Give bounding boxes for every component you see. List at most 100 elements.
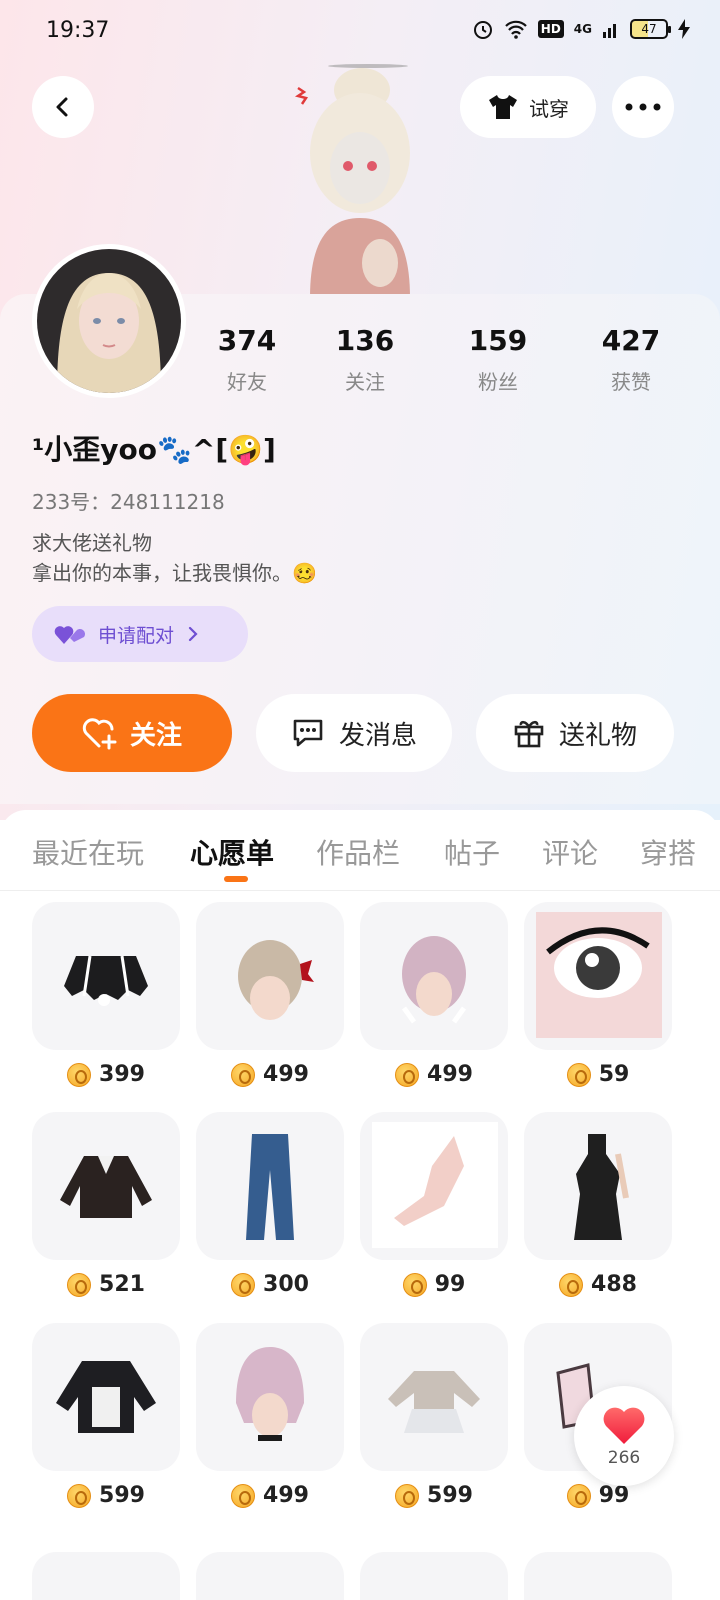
item-price: 499 <box>196 1062 344 1087</box>
hair-thumbnail-icon <box>236 1347 304 1441</box>
send-gift-button[interactable]: 送礼物 <box>476 694 674 772</box>
status-icons: HD 4G 47 <box>472 18 690 40</box>
hair-thumbnail-icon <box>238 940 314 1020</box>
price-value: 59 <box>598 1062 630 1087</box>
wishlist-next-row <box>32 1552 688 1600</box>
stat-friends[interactable]: 374 好友 <box>192 322 302 395</box>
wishlist-item[interactable]: 99 <box>360 1112 508 1312</box>
item-thumbnail <box>360 1323 508 1471</box>
stat-likes[interactable]: 427 获赞 <box>576 322 686 395</box>
avatar-photo <box>37 249 181 393</box>
price-value: 499 <box>427 1062 473 1087</box>
coin-icon <box>402 1272 427 1297</box>
tab-comments[interactable]: 评论 <box>542 832 598 872</box>
follow-button[interactable]: 关注 <box>32 694 232 772</box>
hair-thumbnail-icon <box>401 936 467 1024</box>
follow-label: 关注 <box>129 720 182 751</box>
item-price: 99 <box>360 1272 508 1297</box>
item-price: 399 <box>32 1062 180 1087</box>
wishlist-item[interactable]: 499 <box>196 1323 344 1523</box>
stat-following[interactable]: 136 关注 <box>310 322 420 395</box>
wishlist-item[interactable]: 499 <box>360 902 508 1102</box>
coin-icon <box>231 1062 256 1087</box>
message-label: 发消息 <box>338 720 417 751</box>
item-thumbnail <box>196 1552 344 1600</box>
bio-line: 拿出你的本事，让我畏惧你。🥴 <box>32 561 317 585</box>
coin-icon <box>395 1483 420 1508</box>
wishlist-item[interactable]: 300 <box>196 1112 344 1312</box>
jeans-thumbnail-icon <box>246 1134 294 1240</box>
item-price: 499 <box>360 1062 508 1087</box>
coin-icon <box>231 1483 256 1508</box>
tab-works[interactable]: 作品栏 <box>316 832 400 872</box>
avatar[interactable] <box>32 244 186 398</box>
tab-recent[interactable]: 最近在玩 <box>32 832 144 872</box>
tab-divider <box>0 890 720 891</box>
status-time: 19:37 <box>46 18 110 43</box>
item-thumbnail <box>32 1323 180 1471</box>
item-price: 488 <box>524 1272 672 1297</box>
price-value: 488 <box>591 1272 637 1297</box>
item-thumbnail <box>32 902 180 1050</box>
stat-label: 好友 <box>227 370 267 394</box>
try-on-button[interactable]: 试穿 <box>460 76 596 138</box>
price-value: 399 <box>99 1062 145 1087</box>
item-thumbnail <box>32 1112 180 1260</box>
wishlist-item[interactable]: 488 <box>524 1112 672 1312</box>
message-button[interactable]: 发消息 <box>256 694 452 772</box>
battery-level: 47 <box>641 22 657 36</box>
like-button[interactable]: 266 <box>574 1386 674 1486</box>
coin-icon <box>566 1062 591 1087</box>
try-on-label: 试穿 <box>529 96 569 121</box>
wifi-icon <box>504 20 527 39</box>
tab-outfits[interactable]: 穿搭 <box>640 832 696 872</box>
dress-thumbnail-icon <box>574 1134 629 1240</box>
stat-fans[interactable]: 159 粉丝 <box>443 322 553 395</box>
pair-request-button[interactable]: 申请配对 <box>32 606 248 662</box>
item-thumbnail <box>360 1552 508 1600</box>
stat-value: 374 <box>217 324 277 357</box>
status-bar: 19:37 HD 4G 47 <box>0 0 720 64</box>
item-price: 59 <box>524 1062 672 1087</box>
item-thumbnail <box>196 902 344 1050</box>
item-price: 521 <box>32 1272 180 1297</box>
hd-badge: HD <box>537 20 564 38</box>
wishlist-item[interactable]: 599 <box>360 1323 508 1523</box>
skirt-thumbnail-icon <box>64 955 148 1006</box>
pair-request-label: 申请配对 <box>98 624 175 647</box>
price-value: 521 <box>99 1272 145 1297</box>
chevron-left-icon <box>56 97 68 117</box>
profile-stats: 374 好友 136 关注 159 粉丝 427 获赞 <box>200 322 700 402</box>
item-thumbnail <box>360 902 508 1050</box>
item-price: 599 <box>32 1483 180 1508</box>
bio: 求大佬送礼物 拿出你的本事，让我畏惧你。🥴 <box>32 528 317 588</box>
stat-value: 427 <box>601 324 661 357</box>
stat-label: 关注 <box>345 370 385 394</box>
jacket-thumbnail-icon <box>60 1156 152 1218</box>
stat-label: 粉丝 <box>478 370 518 394</box>
item-thumbnail <box>360 1112 508 1260</box>
chat-bubble-icon <box>293 719 323 747</box>
back-button[interactable] <box>32 76 94 138</box>
charging-icon <box>678 19 690 39</box>
coin-icon <box>67 1483 92 1508</box>
wishlist-item[interactable]: 599 <box>32 1323 180 1523</box>
hand-thumbnail-icon <box>372 1122 498 1248</box>
wishlist-item[interactable]: 59 <box>524 902 672 1102</box>
tab-posts[interactable]: 帖子 <box>444 832 500 872</box>
chevron-right-icon <box>188 626 198 642</box>
coin-icon <box>67 1272 92 1297</box>
price-value: 599 <box>427 1483 473 1508</box>
wishlist-item[interactable]: 399 <box>32 902 180 1102</box>
tab-wishlist[interactable]: 心愿单 <box>190 832 274 872</box>
like-count: 266 <box>607 1448 641 1468</box>
alarm-icon <box>473 21 492 39</box>
price-value: 300 <box>263 1272 309 1297</box>
tshirt-icon <box>489 95 517 119</box>
item-thumbnail <box>524 1112 672 1260</box>
price-value: 599 <box>99 1483 145 1508</box>
more-button[interactable] <box>612 76 674 138</box>
wishlist-item[interactable]: 521 <box>32 1112 180 1312</box>
wishlist-item[interactable]: 499 <box>196 902 344 1102</box>
coin-icon <box>231 1272 256 1297</box>
